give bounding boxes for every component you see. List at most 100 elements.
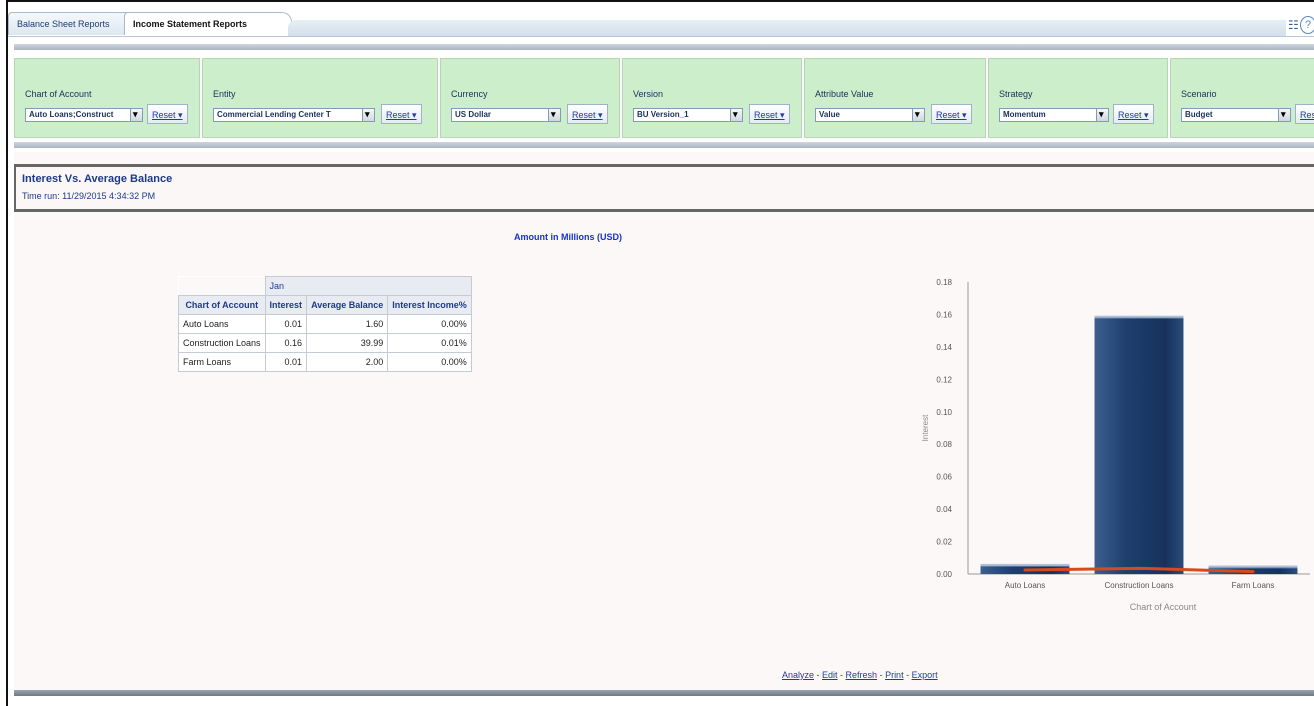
export-link[interactable]: Export bbox=[912, 670, 938, 680]
prompt-version: Version BU Version_1 Reset ▾ bbox=[622, 58, 802, 138]
period-header: Jan bbox=[264, 276, 472, 296]
report-links: Analyze - Edit - Refresh - Print - Expor… bbox=[782, 670, 938, 680]
tab-income-statement-reports[interactable]: Income Statement Reports bbox=[124, 12, 292, 35]
column-header: Chart of Account bbox=[178, 295, 266, 315]
reset-button[interactable]: Reset ▾ bbox=[567, 104, 608, 124]
cell-value: 0.16 bbox=[264, 333, 308, 353]
entity-select[interactable]: Commercial Lending Center T bbox=[213, 108, 375, 122]
divider-band bbox=[14, 44, 1314, 50]
prompt-scenario: Scenario Budget Res bbox=[1170, 58, 1314, 138]
chevron-down-icon[interactable] bbox=[362, 109, 374, 121]
column-header: Interest bbox=[264, 295, 308, 315]
reset-button[interactable]: Reset ▾ bbox=[931, 104, 972, 124]
divider-band bbox=[14, 142, 1314, 148]
report-region: Interest Vs. Average Balance Time run: 1… bbox=[14, 152, 1314, 692]
x-tick-label: Auto Loans bbox=[1005, 581, 1045, 590]
prompt-label: Version bbox=[633, 89, 664, 99]
prompt-strategy: Strategy Momentum Reset ▾ bbox=[988, 58, 1168, 138]
bar-top bbox=[980, 563, 1070, 567]
x-axis-label: Chart of Account bbox=[1130, 602, 1197, 612]
tab-label: Balance Sheet Reports bbox=[17, 19, 110, 29]
y-tick-label: 0.16 bbox=[936, 310, 952, 319]
x-tick-label: Construction Loans bbox=[1105, 581, 1174, 590]
prompt-currency: Currency US Dollar Reset ▾ bbox=[440, 58, 620, 138]
reset-button[interactable]: Reset ▾ bbox=[749, 104, 790, 124]
chevron-down-icon[interactable] bbox=[1278, 109, 1290, 121]
cell-value: 2.00 bbox=[306, 352, 389, 372]
bar-top bbox=[1094, 315, 1184, 319]
cell-value: 0.00% bbox=[387, 314, 472, 334]
table-row: Construction Loans 0.16 39.99 0.01% bbox=[178, 333, 472, 353]
chevron-down-icon[interactable] bbox=[730, 109, 742, 121]
refresh-link[interactable]: Refresh bbox=[846, 670, 878, 680]
column-header: Average Balance bbox=[306, 295, 389, 315]
cell-value: 0.01% bbox=[387, 333, 472, 353]
reset-button[interactable]: Res bbox=[1295, 104, 1314, 124]
prompt-chart-of-account: Chart of Account Auto Loans;Construct Re… bbox=[14, 58, 200, 138]
analyze-link[interactable]: Analyze bbox=[782, 670, 814, 680]
y-tick-label: 0.14 bbox=[936, 343, 952, 352]
cell-value: 0.01 bbox=[264, 352, 308, 372]
y-tick-label: 0.18 bbox=[936, 278, 952, 287]
interest-bar-chart: 0.00 0.02 0.04 0.06 0.08 0.10 0.12 0.14 0.16 0.18… bbox=[921, 278, 1310, 612]
tab-bar: Balance Sheet Reports Income Statement R… bbox=[8, 8, 1314, 37]
report-title: Interest Vs. Average Balance bbox=[22, 173, 173, 185]
y-tick-label: 0.10 bbox=[936, 408, 952, 417]
prompt-label: Chart of Account bbox=[25, 89, 92, 99]
version-select[interactable]: BU Version_1 bbox=[633, 108, 743, 122]
edit-link[interactable]: Edit bbox=[822, 670, 838, 680]
chevron-down-icon[interactable] bbox=[1096, 109, 1108, 121]
scenario-select[interactable]: Budget bbox=[1181, 108, 1291, 122]
tab-balance-sheet-reports[interactable]: Balance Sheet Reports bbox=[8, 12, 142, 35]
x-tick-label: Farm Loans bbox=[1232, 581, 1275, 590]
currency-select[interactable]: US Dollar bbox=[451, 108, 561, 122]
prompt-label: Entity bbox=[213, 89, 236, 99]
y-tick-label: 0.08 bbox=[936, 440, 952, 449]
attribute-value-select[interactable]: Value bbox=[815, 108, 925, 122]
bar-top bbox=[1208, 565, 1298, 569]
reset-button[interactable]: Reset ▾ bbox=[147, 104, 188, 124]
prompt-label: Strategy bbox=[999, 89, 1033, 99]
units-label: Amount in Millions (USD) bbox=[514, 232, 622, 242]
y-tick-label: 0.02 bbox=[936, 538, 952, 547]
y-tick-label: 0.04 bbox=[936, 505, 952, 514]
row-label: Farm Loans bbox=[178, 352, 266, 372]
chart-of-account-select[interactable]: Auto Loans;Construct bbox=[25, 108, 143, 122]
cell-value: 39.99 bbox=[306, 333, 389, 353]
y-tick-label: 0.12 bbox=[936, 375, 952, 384]
chevron-down-icon[interactable] bbox=[912, 109, 924, 121]
prompts-bar: Chart of Account Auto Loans;Construct Re… bbox=[14, 58, 1314, 138]
y-tick-label: 0.00 bbox=[936, 570, 952, 579]
bar bbox=[1094, 317, 1184, 574]
cell-value: 1.60 bbox=[306, 314, 389, 334]
pivot-table: Jan Chart of Account Interest Average Ba… bbox=[178, 276, 472, 372]
y-axis-label: Interest bbox=[921, 414, 930, 441]
prompt-attribute-value: Attribute Value Value Reset ▾ bbox=[804, 58, 986, 138]
prompt-label: Attribute Value bbox=[815, 89, 874, 99]
chevron-down-icon[interactable] bbox=[548, 109, 560, 121]
row-label: Construction Loans bbox=[178, 333, 266, 353]
column-header: Interest Income% bbox=[387, 295, 472, 315]
report-title-box: Interest Vs. Average Balance Time run: 1… bbox=[14, 164, 1314, 212]
report-frame: Balance Sheet Reports Income Statement R… bbox=[6, 0, 1314, 706]
table-row: Farm Loans 0.01 2.00 0.00% bbox=[178, 352, 472, 372]
cell-value: 0.01 bbox=[264, 314, 308, 334]
report-time-run: Time run: 11/29/2015 4:34:32 PM bbox=[22, 191, 156, 201]
y-tick-label: 0.06 bbox=[936, 473, 952, 482]
prompt-label: Scenario bbox=[1181, 89, 1217, 99]
row-label: Auto Loans bbox=[178, 314, 266, 334]
help-icon[interactable]: ? bbox=[1300, 16, 1314, 34]
print-link[interactable]: Print bbox=[885, 670, 904, 680]
prompt-entity: Entity Commercial Lending Center T Reset… bbox=[202, 58, 438, 138]
chevron-down-icon[interactable] bbox=[130, 109, 142, 121]
table-row: Auto Loans 0.01 1.60 0.00% bbox=[178, 314, 472, 334]
reset-button[interactable]: Reset ▾ bbox=[1113, 104, 1154, 124]
reset-button[interactable]: Reset ▾ bbox=[381, 104, 422, 124]
strategy-select[interactable]: Momentum bbox=[999, 108, 1109, 122]
tab-stripe bbox=[288, 20, 1286, 36]
pivot-corner bbox=[178, 276, 266, 296]
bottom-band bbox=[14, 690, 1314, 696]
prompt-label: Currency bbox=[451, 89, 488, 99]
cell-value: 0.00% bbox=[387, 352, 472, 372]
tab-label: Income Statement Reports bbox=[133, 19, 248, 29]
